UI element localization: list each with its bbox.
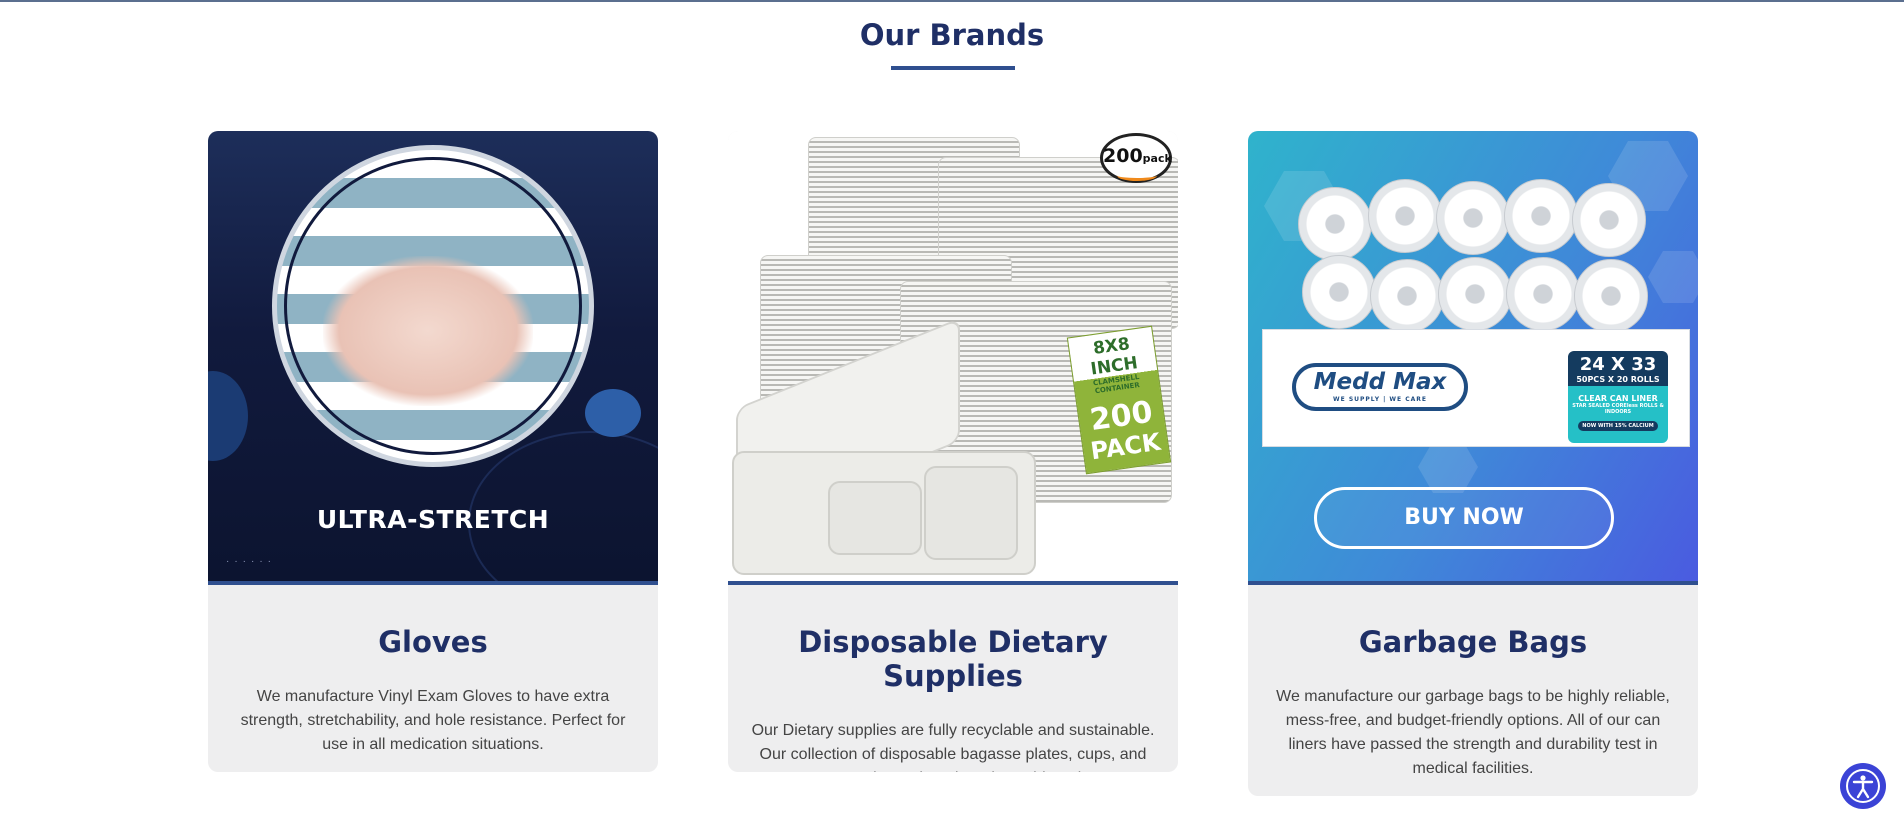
card-title[interactable]: Gloves — [208, 625, 658, 659]
brand-card-garbage-bags[interactable]: Medd Max WE SUPPLY | WE CARE 24 X 33 50P… — [1248, 131, 1698, 796]
accessibility-button[interactable] — [1840, 763, 1886, 809]
bag-roll — [1574, 259, 1648, 333]
bag-roll — [1370, 259, 1444, 333]
top-border — [0, 0, 1904, 2]
bag-roll — [1438, 257, 1512, 331]
bag-roll — [1298, 187, 1372, 261]
card-description: We manufacture our garbage bags to be hi… — [1276, 688, 1670, 777]
garbage-bags-image[interactable]: Medd Max WE SUPPLY | WE CARE 24 X 33 50P… — [1248, 131, 1698, 581]
ultra-stretch-text: ULTRA-STRETCH — [316, 505, 550, 534]
medd-max-logo: Medd Max WE SUPPLY | WE CARE — [1292, 363, 1468, 411]
card-description: Our Dietary supplies are fully recyclabl… — [751, 722, 1155, 772]
bag-roll — [1368, 179, 1442, 253]
gloves-image[interactable]: ULTRA-STRETCH ······ — [208, 131, 658, 581]
bag-roll — [1302, 255, 1376, 329]
image-accent-bar — [208, 581, 658, 585]
size-label: 24 X 33 50PCS X 20 ROLLS CLEAR CAN LINER… — [1568, 351, 1668, 443]
buy-now-button[interactable]: BUY NOW — [1314, 487, 1614, 549]
decorative-dots: ······ — [226, 556, 276, 567]
bag-roll — [1504, 179, 1578, 253]
brand-card-dietary[interactable]: 8X8 INCH CLAMSHELL CONTAINER 200 PACK 20… — [728, 131, 1178, 772]
card-title[interactable]: Disposable Dietary Supplies — [728, 625, 1178, 693]
section-title: Our Brands — [859, 18, 1045, 52]
card-title[interactable]: Garbage Bags — [1248, 625, 1698, 659]
bag-roll — [1506, 257, 1580, 331]
accessibility-icon — [1846, 769, 1880, 803]
bag-roll — [1572, 183, 1646, 257]
dietary-image[interactable]: 8X8 INCH CLAMSHELL CONTAINER 200 PACK 20… — [728, 131, 1178, 581]
image-accent-bar — [728, 581, 1178, 585]
smile-arrow-icon — [1117, 170, 1157, 181]
card-description: We manufacture Vinyl Exam Gloves to have… — [240, 688, 626, 753]
title-underline — [891, 66, 1015, 70]
brand-card-gloves[interactable]: ULTRA-STRETCH ······ Gloves We manufactu… — [208, 131, 658, 772]
image-accent-bar — [1248, 581, 1698, 585]
pack-badge: 200pack — [1100, 133, 1172, 183]
bag-roll — [1436, 181, 1510, 255]
